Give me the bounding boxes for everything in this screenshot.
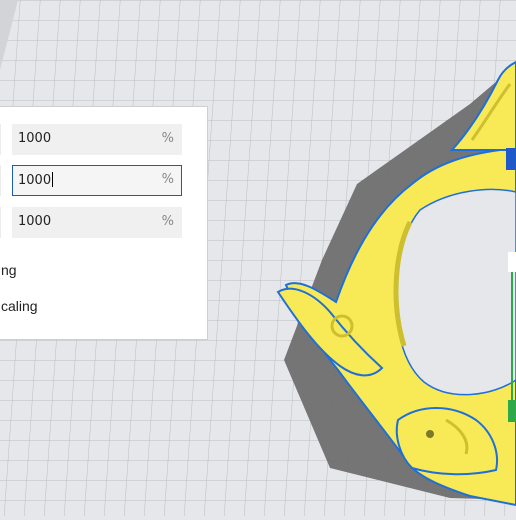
scale-handle-white xyxy=(508,252,516,272)
model-ring-hole xyxy=(395,188,516,396)
scale-handle-blue xyxy=(506,148,516,170)
scale-option-2-label[interactable]: caling xyxy=(1,298,38,314)
scale-x-unit: % xyxy=(161,131,174,146)
scale-y-input[interactable]: 1000 % xyxy=(12,165,182,196)
scale-y-unit: % xyxy=(161,172,174,187)
scale-x-value: 1000 xyxy=(18,131,52,146)
scale-x-input[interactable]: 1000 % xyxy=(12,124,182,155)
scale-z-input[interactable]: 1000 % xyxy=(12,207,182,238)
scale-z-unit: % xyxy=(161,214,174,229)
scale-panel: 1000 % 1000 % 1000 % ng caling xyxy=(0,106,208,340)
scale-z-value: 1000 xyxy=(18,214,52,229)
scale-handle-green xyxy=(508,400,516,422)
scale-option-1-label[interactable]: ng xyxy=(1,262,17,278)
text-caret xyxy=(52,172,54,187)
scale-y-value: 1000 xyxy=(18,173,52,188)
